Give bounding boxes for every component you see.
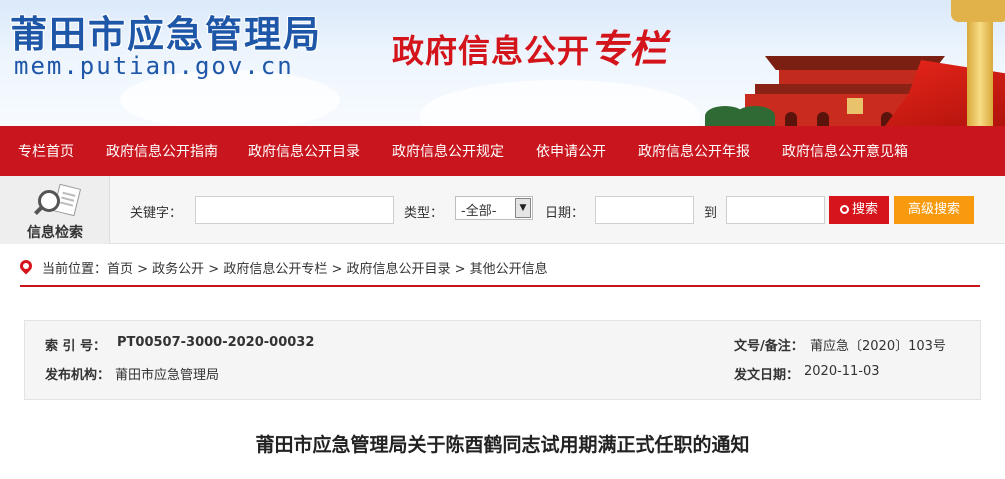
tiananmen-illustration (705, 0, 1005, 126)
site-banner: 莆田市应急管理局 mem.putian.gov.cn 政府信息公开专栏 (0, 0, 1005, 126)
type-label: 类型： (404, 206, 444, 221)
main-nav: 专栏首页 政府信息公开指南 政府信息公开目录 政府信息公开规定 依申请公开 政府… (0, 126, 1005, 176)
search-button-label: 搜索 (851, 202, 878, 217)
publisher-label: 发布机构： (45, 368, 111, 383)
document-meta: 索 引 号： PT00507-3000-2020-00032 文号/备注： 莆应… (24, 320, 981, 400)
cloud-decoration (420, 80, 700, 126)
portrait-icon (847, 98, 863, 114)
search-logo-label: 信息检索 (27, 225, 83, 241)
date-to-label: 到 (704, 206, 718, 221)
doc-no-value: 莆应急〔2020〕103号 (810, 339, 946, 354)
nav-item-guide[interactable]: 政府信息公开指南 (106, 141, 218, 161)
publisher-value: 莆田市应急管理局 (115, 368, 220, 383)
date-to-input[interactable] (726, 196, 825, 224)
advanced-search-button[interactable]: 高级搜索 (894, 196, 974, 224)
chevron-down-icon[interactable]: ▼ (515, 198, 531, 218)
search-button[interactable]: 搜索 (829, 196, 889, 224)
date-label: 日期： (545, 206, 585, 221)
keyword-input[interactable] (195, 196, 394, 224)
column-title: 政府信息公开专栏 (392, 18, 668, 73)
info-search-logo: 信息检索 (0, 176, 110, 244)
breadcrumb-text[interactable]: 当前位置：首页 > 政务公开 > 政府信息公开专栏 > 政府信息公开目录 > 其… (42, 258, 548, 277)
issue-date-label: 发文日期： (734, 368, 800, 383)
nav-item-regulations[interactable]: 政府信息公开规定 (392, 141, 504, 161)
index-value: PT00507-3000-2020-00032 (117, 335, 315, 350)
nav-item-feedback[interactable]: 政府信息公开意见箱 (782, 141, 908, 161)
search-bar: 信息检索 关键字： 类型： -全部- ▼ 日期： 到 搜索 高级搜索 (0, 176, 1005, 244)
document-title: 莆田市应急管理局关于陈酉鹤同志试用期满正式任职的通知 (255, 434, 750, 456)
search-icon (839, 205, 849, 214)
column-title-main: 政府信息公开 (392, 32, 591, 70)
index-label: 索 引 号： (45, 339, 107, 354)
nav-item-request[interactable]: 依申请公开 (536, 141, 606, 161)
location-pin-icon (17, 257, 35, 275)
nav-item-catalog[interactable]: 政府信息公开目录 (248, 141, 360, 161)
type-select-value: -全部- (461, 204, 497, 219)
breadcrumb: 当前位置：首页 > 政务公开 > 政府信息公开专栏 > 政府信息公开目录 > 其… (17, 257, 980, 287)
nav-item-home[interactable]: 专栏首页 (18, 141, 74, 161)
site-title[interactable]: 莆田市应急管理局 (10, 4, 322, 58)
doc-no-label: 文号/备注： (734, 339, 804, 354)
issue-date-value: 2020-11-03 (804, 364, 880, 379)
nav-item-annual-report[interactable]: 政府信息公开年报 (638, 141, 750, 161)
date-from-input[interactable] (595, 196, 694, 224)
type-select[interactable]: -全部- ▼ (455, 196, 533, 220)
keyword-label: 关键字： (130, 206, 183, 221)
column-title-accent: 专栏 (590, 26, 669, 71)
site-domain: mem.putian.gov.cn (14, 52, 294, 80)
